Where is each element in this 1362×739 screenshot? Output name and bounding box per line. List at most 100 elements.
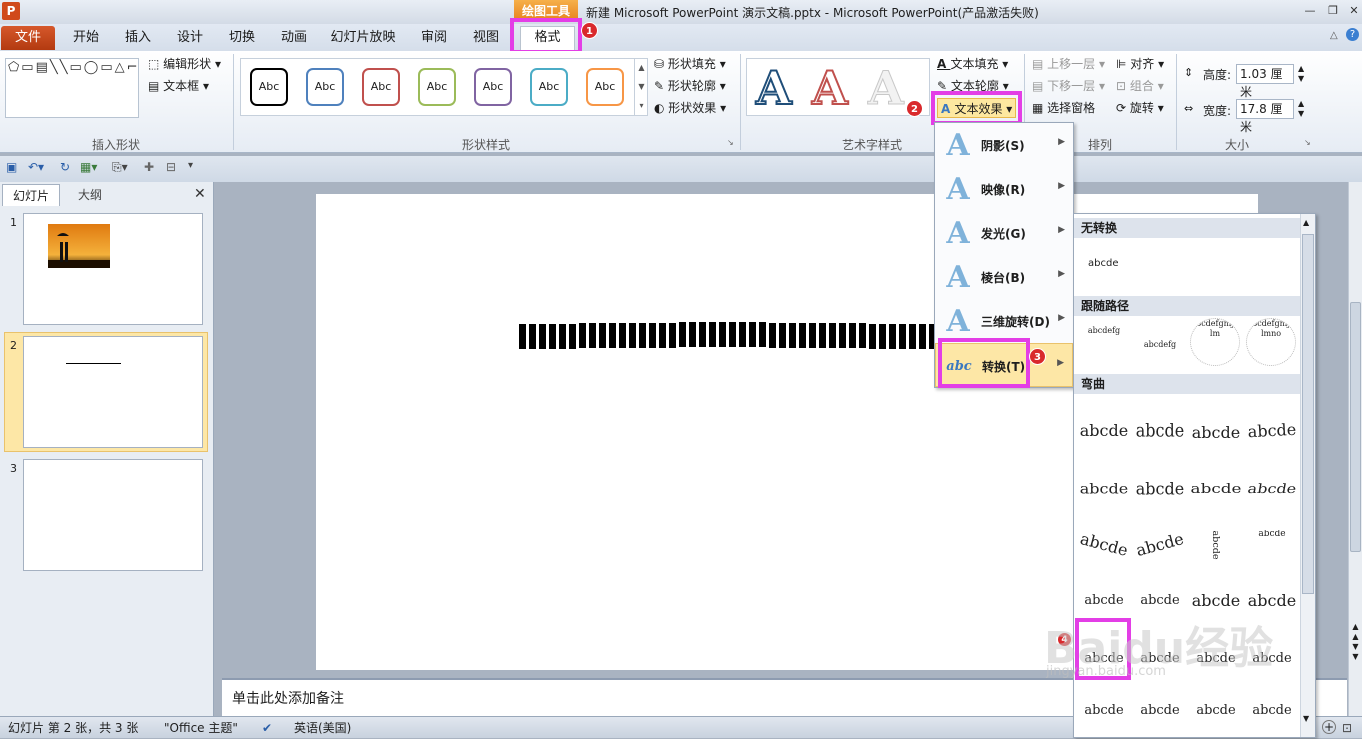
edit-shape-button[interactable]: ⬚ 编辑形状 ▾ — [148, 54, 221, 74]
draw-table-icon[interactable]: ✚ — [144, 160, 154, 174]
shape-style-preset[interactable]: Abc — [586, 68, 624, 106]
warp-option[interactable]: abcde — [1078, 696, 1130, 726]
language-status[interactable]: 英语(美国) — [294, 717, 351, 739]
warp-option[interactable]: abcde — [1131, 524, 1189, 566]
tab-view[interactable]: 视图 — [468, 27, 504, 49]
close-pane-icon[interactable]: ✕ — [194, 186, 206, 202]
shadow-icon: A — [946, 128, 970, 163]
close-window-button[interactable]: ✕ — [1343, 2, 1362, 20]
slide-thumbnail-3[interactable] — [23, 459, 203, 571]
tab-slides[interactable]: 幻灯片 — [2, 184, 60, 206]
tab-slideshow[interactable]: 幻灯片放映 — [328, 27, 398, 49]
spellcheck-icon[interactable]: ✔ — [262, 717, 272, 739]
restore-button[interactable]: ❐ — [1322, 2, 1344, 20]
shape-style-preset[interactable]: Abc — [306, 68, 344, 106]
powerpoint-app-icon[interactable]: P — [2, 2, 20, 20]
menu-item-glow[interactable]: A 发光(G) ▶ — [935, 211, 1073, 255]
wordart-style-preset[interactable]: A — [811, 61, 849, 115]
textbox-button[interactable]: ▤ 文本框 ▾ — [148, 76, 209, 96]
shape-style-preset[interactable]: Abc — [250, 68, 288, 106]
tab-animations[interactable]: 动画 — [276, 27, 312, 49]
tab-transitions[interactable]: 切换 — [224, 27, 260, 49]
slide-thumbnail-2[interactable] — [23, 336, 203, 448]
prev-next-slide-icon[interactable]: ▲ ▲ ▼ ▼ — [1349, 622, 1362, 662]
height-spinner[interactable]: ▲ ▼ — [1298, 64, 1304, 84]
format-painter-icon[interactable]: ⎘▾ — [112, 160, 128, 175]
menu-item-shadow[interactable]: A 阴影(S) ▶ — [935, 123, 1073, 167]
rotate-button[interactable]: ⟳ 旋转 ▾ — [1116, 98, 1164, 118]
save-icon[interactable]: ▣ — [6, 160, 17, 174]
undo-icon[interactable]: ↶▾ — [28, 160, 44, 174]
menu-item-label: 发光(G) — [981, 227, 1026, 241]
shape-effects-button[interactable]: ◐ 形状效果 ▾ — [654, 98, 726, 118]
customize-qat-icon[interactable]: ▾ — [188, 160, 193, 171]
path-circle[interactable]: abcdefghijklm — [1190, 318, 1240, 366]
warp-option[interactable]: abcde — [1134, 473, 1186, 505]
menu-item-3d-rotation[interactable]: A 三维旋转(D) ▶ — [935, 299, 1073, 343]
file-tab[interactable]: 文件 — [1, 26, 55, 50]
shape-style-preset[interactable]: Abc — [530, 68, 568, 106]
size-dialog-launcher-icon[interactable]: ↘ — [1304, 138, 1311, 147]
tab-outline[interactable]: 大纲 — [62, 184, 118, 206]
warp-option[interactable]: abcde — [1207, 529, 1225, 560]
warp-option[interactable]: abcde — [1134, 415, 1186, 448]
shape-gallery[interactable]: ⬠▭▤╲╲▭◯▭△⌐⌐⇨⇩▢◸╲╲↘ — [5, 58, 139, 118]
selected-text-shape[interactable] — [519, 321, 939, 349]
warp-option[interactable]: abcde — [1246, 696, 1298, 726]
tab-home[interactable]: 开始 — [68, 27, 104, 49]
path-arch-down[interactable]: abcdefg — [1134, 318, 1186, 366]
send-backward-button[interactable]: ▤ 下移一层 ▾ — [1032, 76, 1105, 96]
width-spinner[interactable]: ▲ ▼ — [1298, 99, 1304, 119]
text-fill-button[interactable]: A 文本填充 ▾ — [937, 54, 1008, 74]
minimize-button[interactable]: — — [1299, 2, 1321, 20]
slideshow-icon[interactable]: ▦▾ — [80, 160, 97, 174]
submenu-scroll-thumb[interactable] — [1302, 234, 1314, 594]
warp-option[interactable]: abcde — [1246, 530, 1298, 560]
path-arch-up[interactable]: abcdefg — [1078, 318, 1130, 366]
selection-pane-button[interactable]: ▦ 选择窗格 — [1032, 98, 1095, 118]
warp-option[interactable]: abcde — [1189, 477, 1244, 501]
menu-item-reflection[interactable]: A 映像(R) ▶ — [935, 167, 1073, 211]
warp-option[interactable]: abcde — [1078, 476, 1130, 503]
shape-style-preset[interactable]: Abc — [474, 68, 512, 106]
group-divider — [1176, 54, 1177, 150]
align-button[interactable]: ⊫ 对齐 ▾ — [1116, 54, 1164, 74]
warp-option[interactable]: abcde — [1075, 524, 1133, 566]
warp-option[interactable]: abcde — [1244, 477, 1300, 501]
shape-fill-button[interactable]: ⛁ 形状填充 ▾ — [654, 54, 726, 74]
width-input[interactable]: 17.8 厘米 — [1236, 99, 1294, 134]
shape-outline-button[interactable]: ✎ 形状轮廓 ▾ — [654, 76, 726, 96]
warp-option[interactable]: abcde — [1190, 418, 1242, 448]
bring-forward-button[interactable]: ▤ 上移一层 ▾ — [1032, 54, 1105, 74]
help-icon[interactable]: ? — [1346, 28, 1359, 41]
tab-insert[interactable]: 插入 — [120, 27, 156, 49]
warp-option[interactable]: abcde — [1134, 696, 1186, 726]
tab-design[interactable]: 设计 — [172, 27, 208, 49]
ribbon-collapse-icon[interactable]: △ — [1330, 30, 1338, 41]
dialog-launcher-icon[interactable]: ↘ — [727, 138, 734, 147]
wordart-style-preset[interactable]: A — [868, 62, 905, 115]
redo-icon[interactable]: ↻ — [60, 160, 70, 174]
warp-option[interactable]: abcde — [1245, 415, 1298, 448]
slide-thumbnail-1[interactable] — [23, 213, 203, 325]
shape-style-preset[interactable]: Abc — [418, 68, 456, 106]
vertical-scrollbar[interactable]: ▲ ▲ ▼ ▼ — [1348, 182, 1362, 716]
insert-icon[interactable]: ⊟ — [166, 160, 176, 174]
submenu-scrollbar[interactable]: ▲ ▼ — [1300, 214, 1315, 737]
scroll-down-icon[interactable]: ▼ — [1303, 714, 1309, 723]
shape-style-preset[interactable]: Abc — [362, 68, 400, 106]
path-button[interactable]: abcdefghijklmno — [1246, 318, 1296, 366]
no-transform-option[interactable]: abcde — [1088, 258, 1118, 269]
height-input[interactable]: 1.03 厘米 — [1236, 64, 1294, 99]
scroll-up-icon[interactable]: ▲ — [1303, 218, 1309, 227]
tab-review[interactable]: 审阅 — [416, 27, 452, 49]
warp-option[interactable]: abcde — [1078, 416, 1130, 446]
menu-item-bevel[interactable]: A 棱台(B) ▶ — [935, 255, 1073, 299]
warp-option[interactable]: abcde — [1190, 696, 1242, 726]
zoom-in-icon[interactable]: + — [1322, 720, 1336, 734]
scroll-thumb[interactable] — [1350, 302, 1361, 552]
wordart-style-preset[interactable]: A — [755, 61, 793, 115]
gallery-scroll[interactable]: ▲ ▼ ▾ — [634, 58, 648, 116]
group-button[interactable]: ⊡ 组合 ▾ — [1116, 76, 1164, 96]
fit-window-icon[interactable]: ⊡ — [1342, 717, 1352, 739]
